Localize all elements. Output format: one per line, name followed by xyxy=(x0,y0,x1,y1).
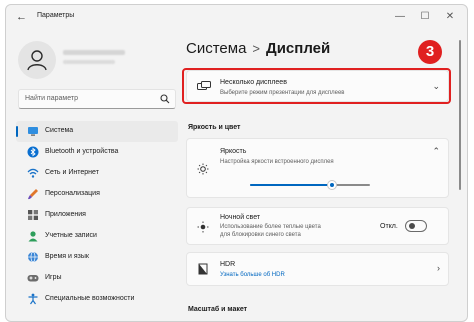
brightness-card: Яркость Настройка яркости встроенного ди… xyxy=(186,138,449,198)
accessibility-icon xyxy=(28,293,38,305)
scrollbar[interactable] xyxy=(459,40,461,190)
sidebar-item-label: Приложения xyxy=(45,211,86,218)
wifi-icon xyxy=(27,168,39,178)
maximize-button[interactable]: ☐ xyxy=(418,10,432,24)
sidebar-item-label: Специальные возможности xyxy=(45,295,135,302)
sidebar-item-label: Персонализация xyxy=(45,190,100,197)
sidebar-item-label: Система xyxy=(45,127,74,134)
system-icon xyxy=(28,127,38,136)
user-name-blurred xyxy=(63,50,125,55)
night-light-desc-1: Использование более теплые цвета xyxy=(220,224,321,230)
title-bar: ← Параметры — ☐ ✕ xyxy=(6,5,467,29)
gamepad-icon xyxy=(27,275,39,282)
sidebar-item-time-language[interactable]: Время и язык xyxy=(16,247,178,268)
bluetooth-icon xyxy=(27,146,39,158)
sidebar-item-apps[interactable]: Приложения xyxy=(16,205,178,226)
sidebar-item-label: Bluetooth и устройства xyxy=(45,148,119,155)
sidebar-item-accounts[interactable]: Учетные записи xyxy=(16,226,178,247)
brush-icon xyxy=(28,189,38,200)
sidebar-item-label: Учетные записи xyxy=(45,232,97,239)
avatar[interactable] xyxy=(18,41,56,79)
sidebar-item-network[interactable]: Сеть и Интернет xyxy=(16,163,178,184)
brightness-slider-fill xyxy=(250,184,332,186)
user-icon xyxy=(27,50,47,71)
sidebar-item-gaming[interactable]: Игры xyxy=(16,268,178,289)
close-button[interactable]: ✕ xyxy=(443,10,457,24)
brightness-slider-thumb[interactable] xyxy=(326,180,337,190)
brightness-slider[interactable] xyxy=(250,180,370,190)
sun-icon xyxy=(197,163,209,175)
globe-icon xyxy=(28,251,38,263)
night-light-toggle-label: Откл. xyxy=(380,223,398,230)
minimize-button[interactable]: — xyxy=(393,10,407,24)
night-light-icon xyxy=(197,221,209,233)
page-title: Дисплей xyxy=(266,40,331,57)
apps-icon xyxy=(28,210,38,220)
hdr-icon xyxy=(198,263,208,275)
account-icon xyxy=(28,231,38,242)
user-email-blurred xyxy=(63,60,115,64)
search-icon xyxy=(160,94,170,104)
sidebar-nav: Система Bluetooth и устройства Сеть и Ин… xyxy=(16,121,178,310)
search-input[interactable]: Найти параметр xyxy=(18,89,176,109)
sidebar-item-label: Игры xyxy=(45,274,62,281)
breadcrumb: Система > Дисплей xyxy=(186,40,330,57)
brightness-desc: Настройка яркости встроенного дисплея xyxy=(220,159,334,165)
section-scale-layout: Масштаб и макет xyxy=(188,306,248,313)
app-title: Параметры xyxy=(37,12,75,19)
step-badge: 3 xyxy=(418,40,442,64)
back-arrow-icon[interactable]: ← xyxy=(16,11,28,23)
chevron-up-icon[interactable]: ⌃ xyxy=(432,146,440,157)
breadcrumb-separator: > xyxy=(252,41,261,56)
section-brightness-color: Яркость и цвет xyxy=(188,124,241,131)
search-placeholder: Найти параметр xyxy=(25,95,78,102)
brightness-title: Яркость xyxy=(220,148,247,155)
night-light-desc-2: для блокировки синего света xyxy=(220,232,301,238)
sidebar-item-system[interactable]: Система xyxy=(16,121,178,142)
sidebar-item-accessibility[interactable]: Специальные возможности xyxy=(16,289,178,310)
night-light-title: Ночной свет xyxy=(220,214,261,221)
hdr-title: HDR xyxy=(220,261,236,268)
toggle-knob xyxy=(409,223,415,229)
sidebar-item-personalization[interactable]: Персонализация xyxy=(16,184,178,205)
hdr-learn-more-link[interactable]: Узнать больше об HDR xyxy=(220,271,285,279)
night-light-toggle[interactable] xyxy=(405,220,427,232)
sidebar-item-label: Время и язык xyxy=(45,253,89,260)
sidebar-item-label: Сеть и Интернет xyxy=(45,169,99,176)
hdr-card[interactable]: HDR Узнать больше об HDR › xyxy=(186,252,449,286)
highlight-frame xyxy=(182,68,451,104)
breadcrumb-parent[interactable]: Система xyxy=(186,40,246,57)
sidebar-item-bluetooth[interactable]: Bluetooth и устройства xyxy=(16,142,178,163)
chevron-right-icon: › xyxy=(437,263,440,273)
